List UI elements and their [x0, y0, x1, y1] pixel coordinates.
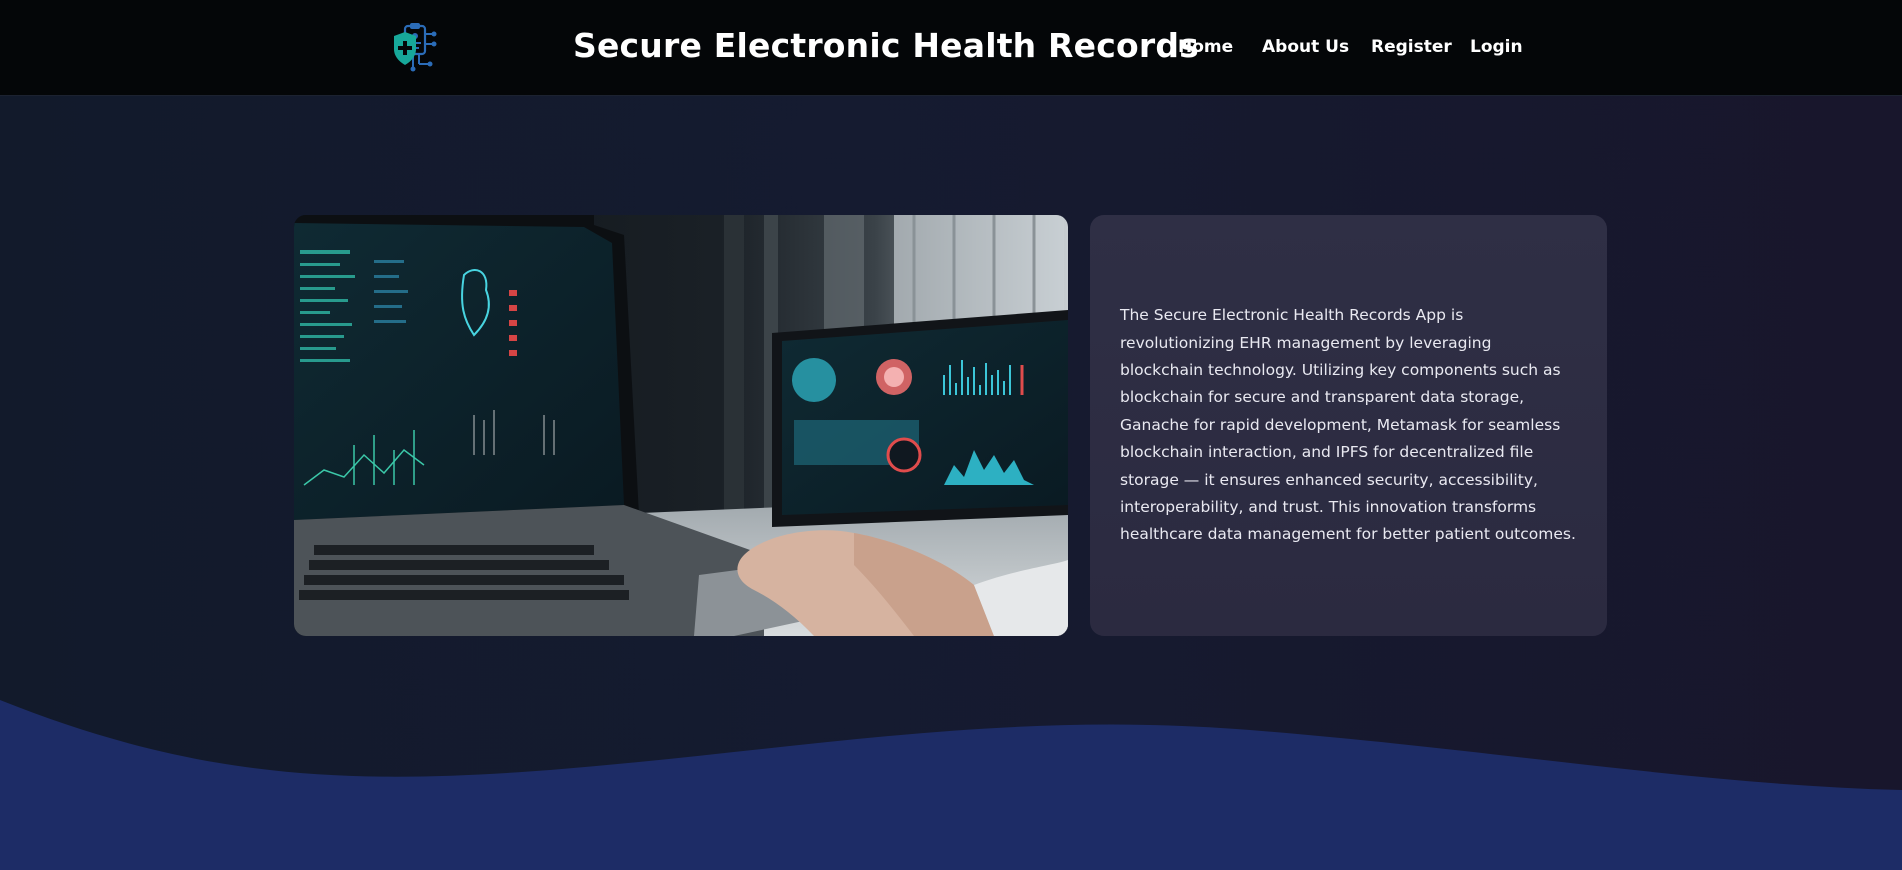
- about-app-card: The Secure Electronic Health Records App…: [1090, 215, 1607, 636]
- app-description: The Secure Electronic Health Records App…: [1120, 306, 1576, 544]
- nav-link-home[interactable]: Home: [1178, 37, 1233, 57]
- footer-wave: [0, 690, 1902, 870]
- page-title: Secure Electronic Health Records: [573, 26, 1200, 65]
- nav-link-register[interactable]: Register: [1371, 37, 1452, 57]
- top-navbar: Secure Electronic Health Records Home Ab…: [0, 0, 1902, 96]
- laptop-health-dashboard-photo: [294, 215, 1068, 636]
- nav-link-login[interactable]: Login: [1470, 37, 1523, 57]
- shield-medical-network-icon[interactable]: [383, 20, 439, 74]
- nav-link-about-us[interactable]: About Us: [1262, 37, 1349, 57]
